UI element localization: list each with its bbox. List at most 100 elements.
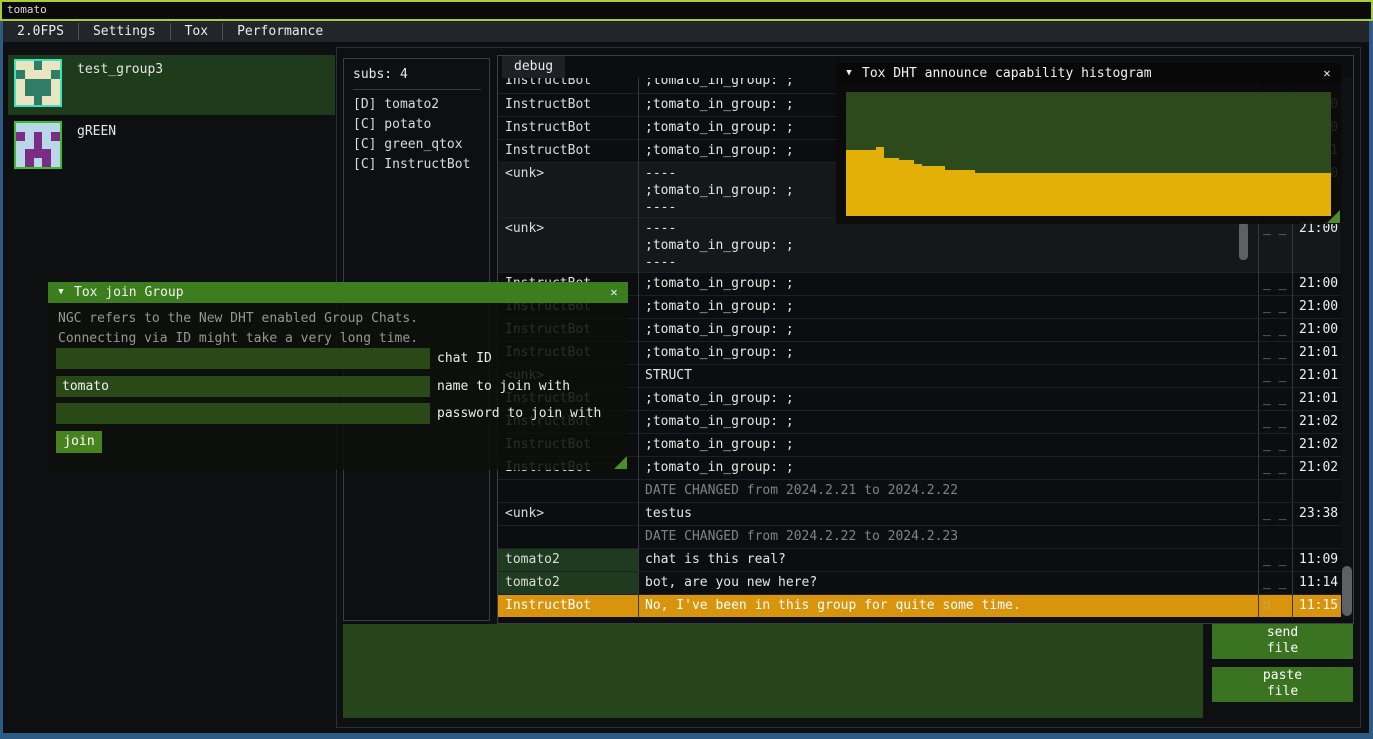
join-field-label: name to join with (437, 376, 570, 397)
join-button[interactable]: join (56, 431, 102, 453)
message-time: 21:00 (1292, 319, 1341, 341)
avatar-pixel (34, 96, 43, 105)
avatar-pixel (34, 141, 43, 150)
message-text: ;tomato_in_group: ; (638, 457, 1258, 479)
histogram-bar (1172, 173, 1180, 216)
histogram-bar (1066, 173, 1074, 216)
subs-item-1[interactable]: [C] potato (353, 115, 489, 135)
collapse-icon[interactable]: ▼ (836, 63, 862, 84)
resize-grip[interactable] (1327, 210, 1340, 223)
message-time: 21:00 (1292, 273, 1341, 295)
message-text: DATE CHANGED from 2024.2.22 to 2024.2.23 (638, 526, 1258, 548)
group-avatar (14, 121, 62, 169)
join-field-name-to-join-with[interactable]: tomato (56, 376, 430, 397)
paste-file-button[interactable]: paste file (1212, 667, 1353, 702)
message-row[interactable]: InstructBotNo, I've been in this group f… (498, 594, 1341, 617)
close-icon[interactable]: ✕ (1313, 63, 1341, 84)
histogram-bar (869, 150, 877, 216)
message-text-line: ;tomato_in_group: ; (645, 237, 1258, 254)
subs-count-label: subs: 4 (353, 67, 489, 82)
message-author: tomato2 (498, 549, 638, 571)
menu-item-tox[interactable]: Tox (171, 21, 222, 42)
close-icon[interactable]: ✕ (600, 282, 628, 303)
chat-scrollbar-thumb[interactable] (1342, 566, 1352, 616)
avatar-pixel (42, 70, 51, 79)
avatar-pixel (42, 87, 51, 96)
subs-item-0[interactable]: [D] tomato2 (353, 95, 489, 115)
group-item-test_group3[interactable]: test_group3 (8, 55, 335, 115)
menu-item-performance[interactable]: Performance (223, 21, 337, 42)
window-border-bottom (0, 733, 1373, 739)
column-separator-author[interactable] (638, 78, 639, 618)
menu-item-settings[interactable]: Settings (79, 21, 170, 42)
message-row[interactable]: DATE CHANGED from 2024.2.21 to 2024.2.22 (498, 479, 1341, 502)
avatar-pixel (42, 96, 51, 105)
avatar-pixel (34, 87, 43, 96)
message-text: ;tomato_in_group: ; (638, 434, 1258, 456)
message-text: chat is this real? (638, 549, 1258, 571)
message-time: 21:00 (1292, 218, 1341, 272)
chat-scrollbar[interactable] (1342, 78, 1352, 618)
send-file-button[interactable]: send file (1212, 624, 1353, 659)
message-row[interactable]: tomato2bot, are you new here?_ _11:14 (498, 571, 1341, 594)
message-status: _ _ (1258, 388, 1292, 410)
message-cell-scrollbar-thumb[interactable] (1239, 222, 1248, 260)
histogram-bar (1028, 173, 1036, 216)
join-group-titlebar[interactable]: ▼ Tox join Group ✕ (48, 282, 628, 303)
avatar-pixel (34, 132, 43, 141)
message-row[interactable]: tomato2chat is this real?_ _11:09 (498, 548, 1341, 571)
avatar-pixel (51, 123, 60, 132)
avatar-pixel (25, 61, 34, 70)
join-field-password-to-join-with[interactable] (56, 403, 430, 424)
histogram-bar (1270, 173, 1278, 216)
histogram-bar (1005, 173, 1013, 216)
histogram-bar (876, 147, 884, 216)
resize-grip[interactable] (614, 456, 627, 469)
avatar-pixel (51, 132, 60, 141)
message-row[interactable]: DATE CHANGED from 2024.2.22 to 2024.2.23 (498, 525, 1341, 548)
join-field-chat-id[interactable] (56, 348, 430, 369)
message-time (1292, 526, 1341, 548)
dht-histogram-titlebar[interactable]: ▼ Tox DHT announce capability histogram … (836, 63, 1341, 84)
message-text: STRUCT (638, 365, 1258, 387)
histogram-bar (1248, 173, 1256, 216)
join-group-window: ▼ Tox join Group ✕ NGC refers to the New… (48, 282, 628, 470)
histogram-bar (998, 173, 1006, 216)
histogram-bar (1035, 173, 1043, 216)
avatar-pixel (25, 79, 34, 88)
message-text: ----;tomato_in_group: ;---- (638, 218, 1258, 272)
message-input[interactable] (343, 624, 1203, 718)
menu-item-20fps[interactable]: 2.0FPS (3, 21, 78, 42)
subs-item-2[interactable]: [C] green_qtox (353, 135, 489, 155)
avatar-pixel (25, 158, 34, 167)
menu-bar: 2.0FPSSettingsToxPerformance (3, 21, 1369, 42)
histogram-bar (1096, 173, 1104, 216)
histogram-bar (1089, 173, 1097, 216)
message-author: InstructBot (498, 78, 638, 93)
message-text: ;tomato_in_group: ; (638, 273, 1258, 295)
message-text: bot, are you new here? (638, 572, 1258, 594)
histogram-bar (1149, 173, 1157, 216)
message-row[interactable]: <unk>testus_ _23:38 (498, 502, 1341, 525)
message-status: _ _ (1258, 319, 1292, 341)
group-name: test_group3 (77, 62, 163, 115)
histogram-bar (1240, 173, 1248, 216)
dht-histogram-title: Tox DHT announce capability histogram (862, 63, 1313, 84)
histogram-bar (1126, 173, 1134, 216)
message-author: InstructBot (498, 94, 638, 116)
histogram-bar (1286, 173, 1294, 216)
dht-histogram-plot (846, 92, 1331, 216)
message-author: <unk> (498, 163, 638, 217)
group-item-green[interactable]: gREEN (8, 117, 335, 172)
message-text: No, I've been in this group for quite so… (638, 595, 1258, 617)
message-text: ;tomato_in_group: ; (638, 388, 1258, 410)
histogram-bar (914, 164, 922, 216)
subs-item-3[interactable]: [C] InstructBot (353, 155, 489, 175)
message-text: testus (638, 503, 1258, 525)
avatar-pixel (25, 87, 34, 96)
collapse-icon[interactable]: ▼ (48, 282, 74, 303)
histogram-bar (1111, 173, 1119, 216)
window-titlebar[interactable]: tomato (0, 0, 1373, 21)
tab-debug[interactable]: debug (502, 56, 565, 78)
message-row[interactable]: <unk>----;tomato_in_group: ;----_ _21:00 (498, 217, 1341, 272)
